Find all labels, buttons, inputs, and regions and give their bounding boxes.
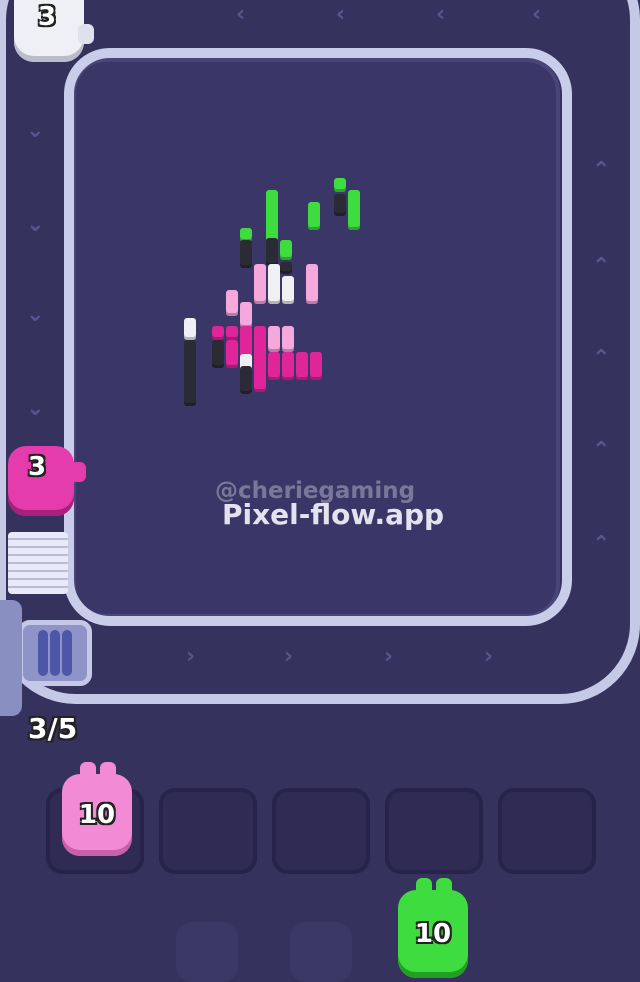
pixel-block xyxy=(266,238,278,266)
hidden-shooter xyxy=(290,922,352,982)
belt-arrow-icon: ⌃ xyxy=(592,254,611,279)
shooter-count: 3 xyxy=(28,452,47,482)
pixel-block xyxy=(334,194,346,216)
belt-arrow-icon: ‹ xyxy=(336,2,346,27)
belt-arrow-icon: ‹ xyxy=(436,2,446,27)
queue-shooter-pink[interactable]: 10 xyxy=(62,762,132,856)
belt-arrow-icon: ⌃ xyxy=(592,532,611,557)
queue-shooter-green[interactable]: 10 xyxy=(398,878,468,978)
inner-rail xyxy=(64,48,572,626)
belt-post xyxy=(0,600,22,716)
pixel-block xyxy=(268,326,280,352)
pixel-block xyxy=(310,352,322,380)
pixel-block xyxy=(184,318,196,340)
belt-arrow-icon: ⌃ xyxy=(592,438,611,463)
pixel-block xyxy=(212,340,224,368)
pixel-block xyxy=(212,326,224,340)
pixel-block xyxy=(282,276,294,304)
pixel-block xyxy=(308,202,320,230)
belt-arrow-icon: ⌄ xyxy=(26,396,45,421)
belt-arrow-icon: ⌄ xyxy=(26,302,45,327)
pixel-block xyxy=(282,352,294,380)
pixel-block xyxy=(266,190,278,244)
shooter-count: 10 xyxy=(78,800,116,830)
belt-arrow-icon: ‹ xyxy=(236,2,246,27)
pixel-block xyxy=(226,340,238,368)
pixel-block xyxy=(296,352,308,380)
shooter-count: 3 xyxy=(38,2,57,32)
belt-ramp xyxy=(8,532,68,594)
belt-arrow-icon: ⌄ xyxy=(26,212,45,237)
pixel-block xyxy=(240,366,252,394)
pixel-block xyxy=(240,302,252,328)
belt-arrow-icon: ‹ xyxy=(532,2,542,27)
belt-arrow-icon: › xyxy=(384,644,394,669)
hidden-shooter xyxy=(176,922,238,982)
pixel-block xyxy=(348,190,360,230)
belt-arrow-icon: › xyxy=(484,644,494,669)
belt-capacity-slot xyxy=(18,620,92,686)
pixel-block xyxy=(334,178,346,192)
belt-shooter-white[interactable]: 3 xyxy=(14,0,94,62)
belt-arrow-icon: ⌄ xyxy=(26,118,45,143)
queue-slot-2[interactable] xyxy=(159,788,257,874)
belt-shooter-pink[interactable]: 3 xyxy=(8,446,86,516)
queue-slot-4[interactable] xyxy=(385,788,483,874)
pixel-block xyxy=(226,326,238,340)
watermark-site: Pixel-flow.app xyxy=(222,498,445,531)
pixel-block xyxy=(184,340,196,406)
pixel-block xyxy=(226,290,238,316)
shooter-count: 10 xyxy=(414,919,452,949)
queue-slot-3[interactable] xyxy=(272,788,370,874)
queue-slot-5[interactable] xyxy=(498,788,596,874)
pixel-block xyxy=(254,264,266,304)
pixel-block xyxy=(268,264,280,304)
pixel-block xyxy=(280,240,292,260)
belt-arrow-icon: › xyxy=(284,644,294,669)
belt-arrow-icon: › xyxy=(186,644,196,669)
pixel-block xyxy=(254,352,266,392)
pixel-block xyxy=(282,326,294,352)
belt-arrow-icon: ⌃ xyxy=(592,346,611,371)
belt-capacity-counter: 3/5 xyxy=(28,712,78,745)
pixel-block xyxy=(280,262,292,274)
pixel-block xyxy=(306,264,318,304)
pixel-block xyxy=(240,240,252,268)
belt-arrow-icon: ⌃ xyxy=(592,158,611,183)
pixel-block xyxy=(268,352,280,380)
